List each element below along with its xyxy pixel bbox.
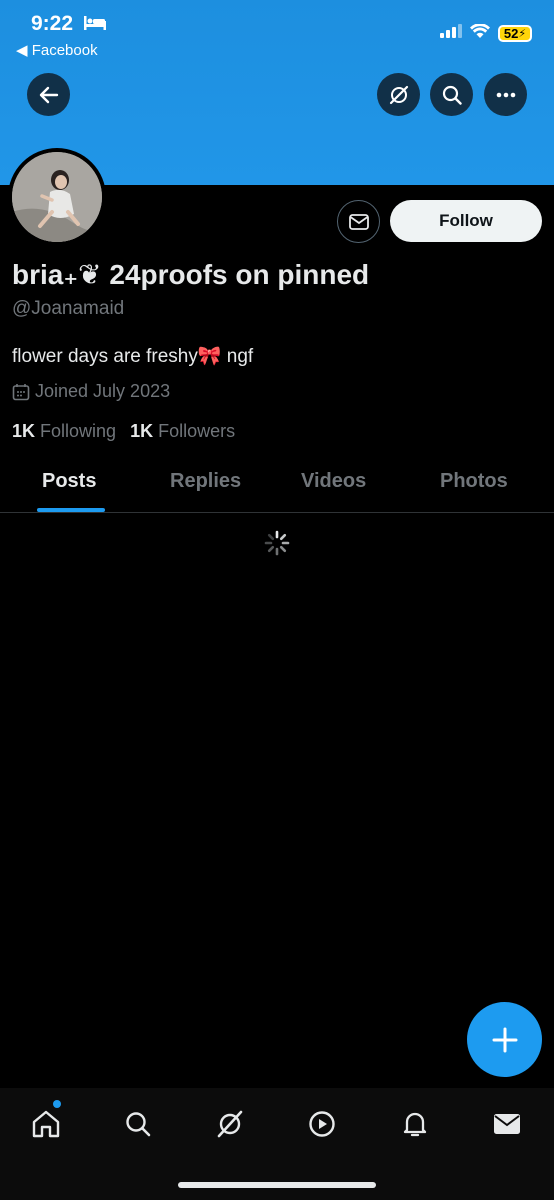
followers-link[interactable]: 1K Followers	[130, 421, 235, 442]
following-link[interactable]: 1K Following	[12, 421, 116, 442]
nav-messages[interactable]	[487, 1104, 527, 1144]
following-label: Following	[40, 421, 117, 441]
bed-icon	[84, 16, 106, 35]
tab-videos[interactable]: Videos	[301, 470, 366, 493]
battery-indicator: 52 ⚡	[498, 25, 532, 42]
grok-icon	[389, 85, 408, 104]
active-tab-indicator	[37, 508, 105, 512]
nav-video[interactable]	[302, 1104, 342, 1144]
more-dots-icon	[496, 92, 515, 97]
video-icon	[309, 1111, 335, 1137]
messages-icon	[494, 1114, 520, 1134]
following-count: 1K	[12, 421, 36, 441]
avatar-photo	[12, 152, 102, 242]
nav-grok[interactable]	[210, 1104, 250, 1144]
profile-avatar[interactable]	[8, 148, 106, 246]
envelope-icon	[348, 213, 369, 230]
nav-search[interactable]	[118, 1104, 158, 1144]
charging-bolt-icon: ⚡	[518, 28, 527, 40]
tab-replies[interactable]: Replies	[170, 470, 241, 493]
joined-date: Joined July 2023	[12, 381, 170, 402]
arrow-left-icon	[39, 86, 58, 103]
loading-spinner-icon	[263, 529, 291, 557]
tab-posts[interactable]: Posts	[42, 470, 96, 493]
wifi-icon	[470, 23, 490, 43]
follow-button[interactable]: Follow	[390, 200, 542, 242]
home-indicator[interactable]	[178, 1182, 376, 1188]
back-to-app-link[interactable]: ◀ Facebook	[16, 41, 98, 59]
home-notification-dot	[53, 1100, 61, 1108]
profile-tabs: Posts Replies Videos Photos	[0, 460, 554, 513]
compose-post-button[interactable]	[467, 1002, 542, 1077]
followers-label: Followers	[158, 421, 236, 441]
search-icon	[126, 1112, 151, 1137]
cellular-signal-icon	[440, 24, 462, 43]
search-button[interactable]	[430, 73, 473, 116]
follow-counts: 1K Following 1K Followers	[12, 421, 235, 442]
notifications-icon	[403, 1112, 427, 1137]
nav-home[interactable]	[26, 1104, 66, 1144]
grok-icon	[217, 1110, 243, 1138]
calendar-icon	[12, 383, 30, 400]
home-icon	[32, 1110, 60, 1138]
nav-notifications[interactable]	[395, 1104, 435, 1144]
status-bar: 9:22 ◀ Facebook 52 ⚡	[0, 10, 554, 59]
more-options-button[interactable]	[484, 73, 527, 116]
joined-text: Joined July 2023	[35, 381, 171, 401]
search-icon	[442, 85, 462, 105]
profile-handle: @Joanamaid	[12, 298, 125, 319]
profile-bio: flower days are freshy🎀 ngf	[12, 346, 254, 367]
status-time: 9:22	[31, 12, 74, 35]
followers-count: 1K	[130, 421, 154, 441]
back-button[interactable]	[27, 73, 70, 116]
display-name: bria₊❦ 24proofs on pinned	[12, 259, 370, 290]
message-button[interactable]	[337, 200, 380, 243]
tab-photos[interactable]: Photos	[440, 470, 508, 493]
grok-button[interactable]	[377, 73, 420, 116]
plus-icon	[492, 1027, 517, 1052]
